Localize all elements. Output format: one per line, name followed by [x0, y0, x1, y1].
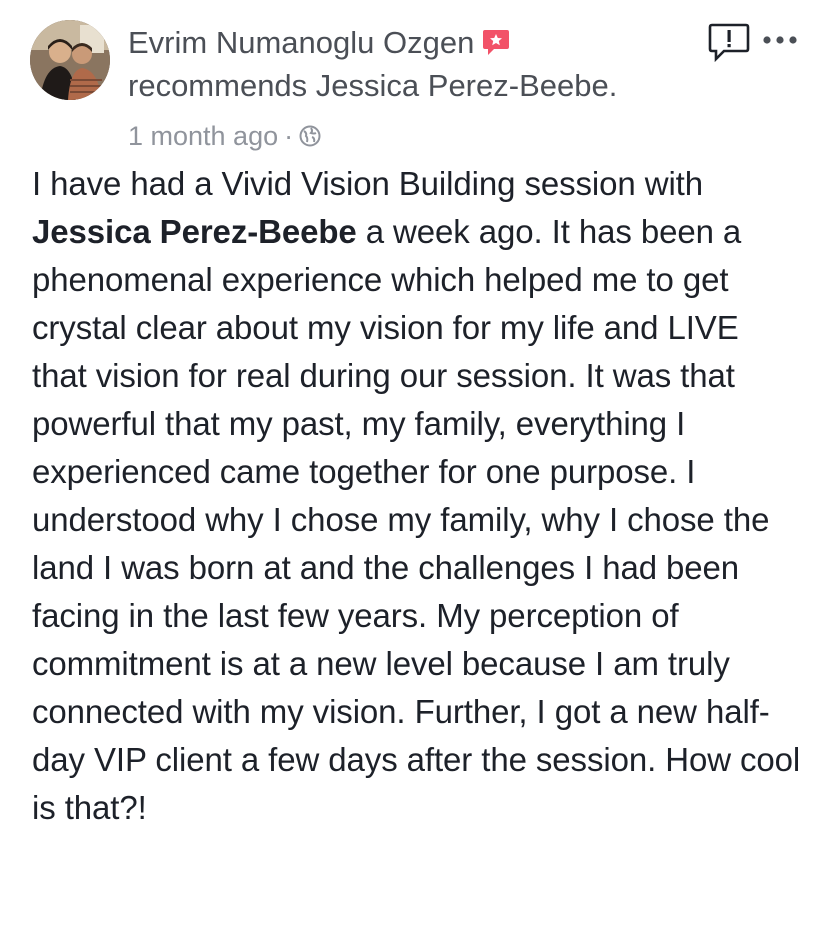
meta-separator: · — [284, 121, 294, 151]
globe-icon — [299, 125, 321, 147]
author-name[interactable]: Evrim Numanoglu Ozgen — [128, 25, 474, 60]
recommendation-badge-icon — [483, 30, 510, 55]
avatar-photo — [30, 20, 110, 100]
more-options-icon[interactable] — [762, 32, 798, 48]
mentioned-page-link[interactable]: Jessica Perez-Beebe — [32, 213, 357, 250]
post-timestamp[interactable]: 1 month ago — [128, 121, 278, 151]
post-body: I have had a Vivid Vision Building sessi… — [32, 160, 802, 832]
report-icon[interactable] — [708, 22, 750, 62]
recommendation-post: Evrim Numanoglu Ozgen recommends Jessica… — [0, 0, 828, 935]
post-body-text-2: a week ago. It has been a phenomenal exp… — [32, 213, 801, 826]
author-line: Evrim Numanoglu Ozgen — [128, 22, 688, 64]
author-avatar[interactable] — [30, 20, 110, 100]
post-meta: 1 month ago · — [128, 118, 321, 154]
post-body-text-1: I have had a Vivid Vision Building sessi… — [32, 165, 703, 202]
post-header: Evrim Numanoglu Ozgen recommends Jessica… — [128, 22, 688, 108]
recommend-text[interactable]: recommends Jessica Perez-Beebe. — [128, 64, 688, 108]
